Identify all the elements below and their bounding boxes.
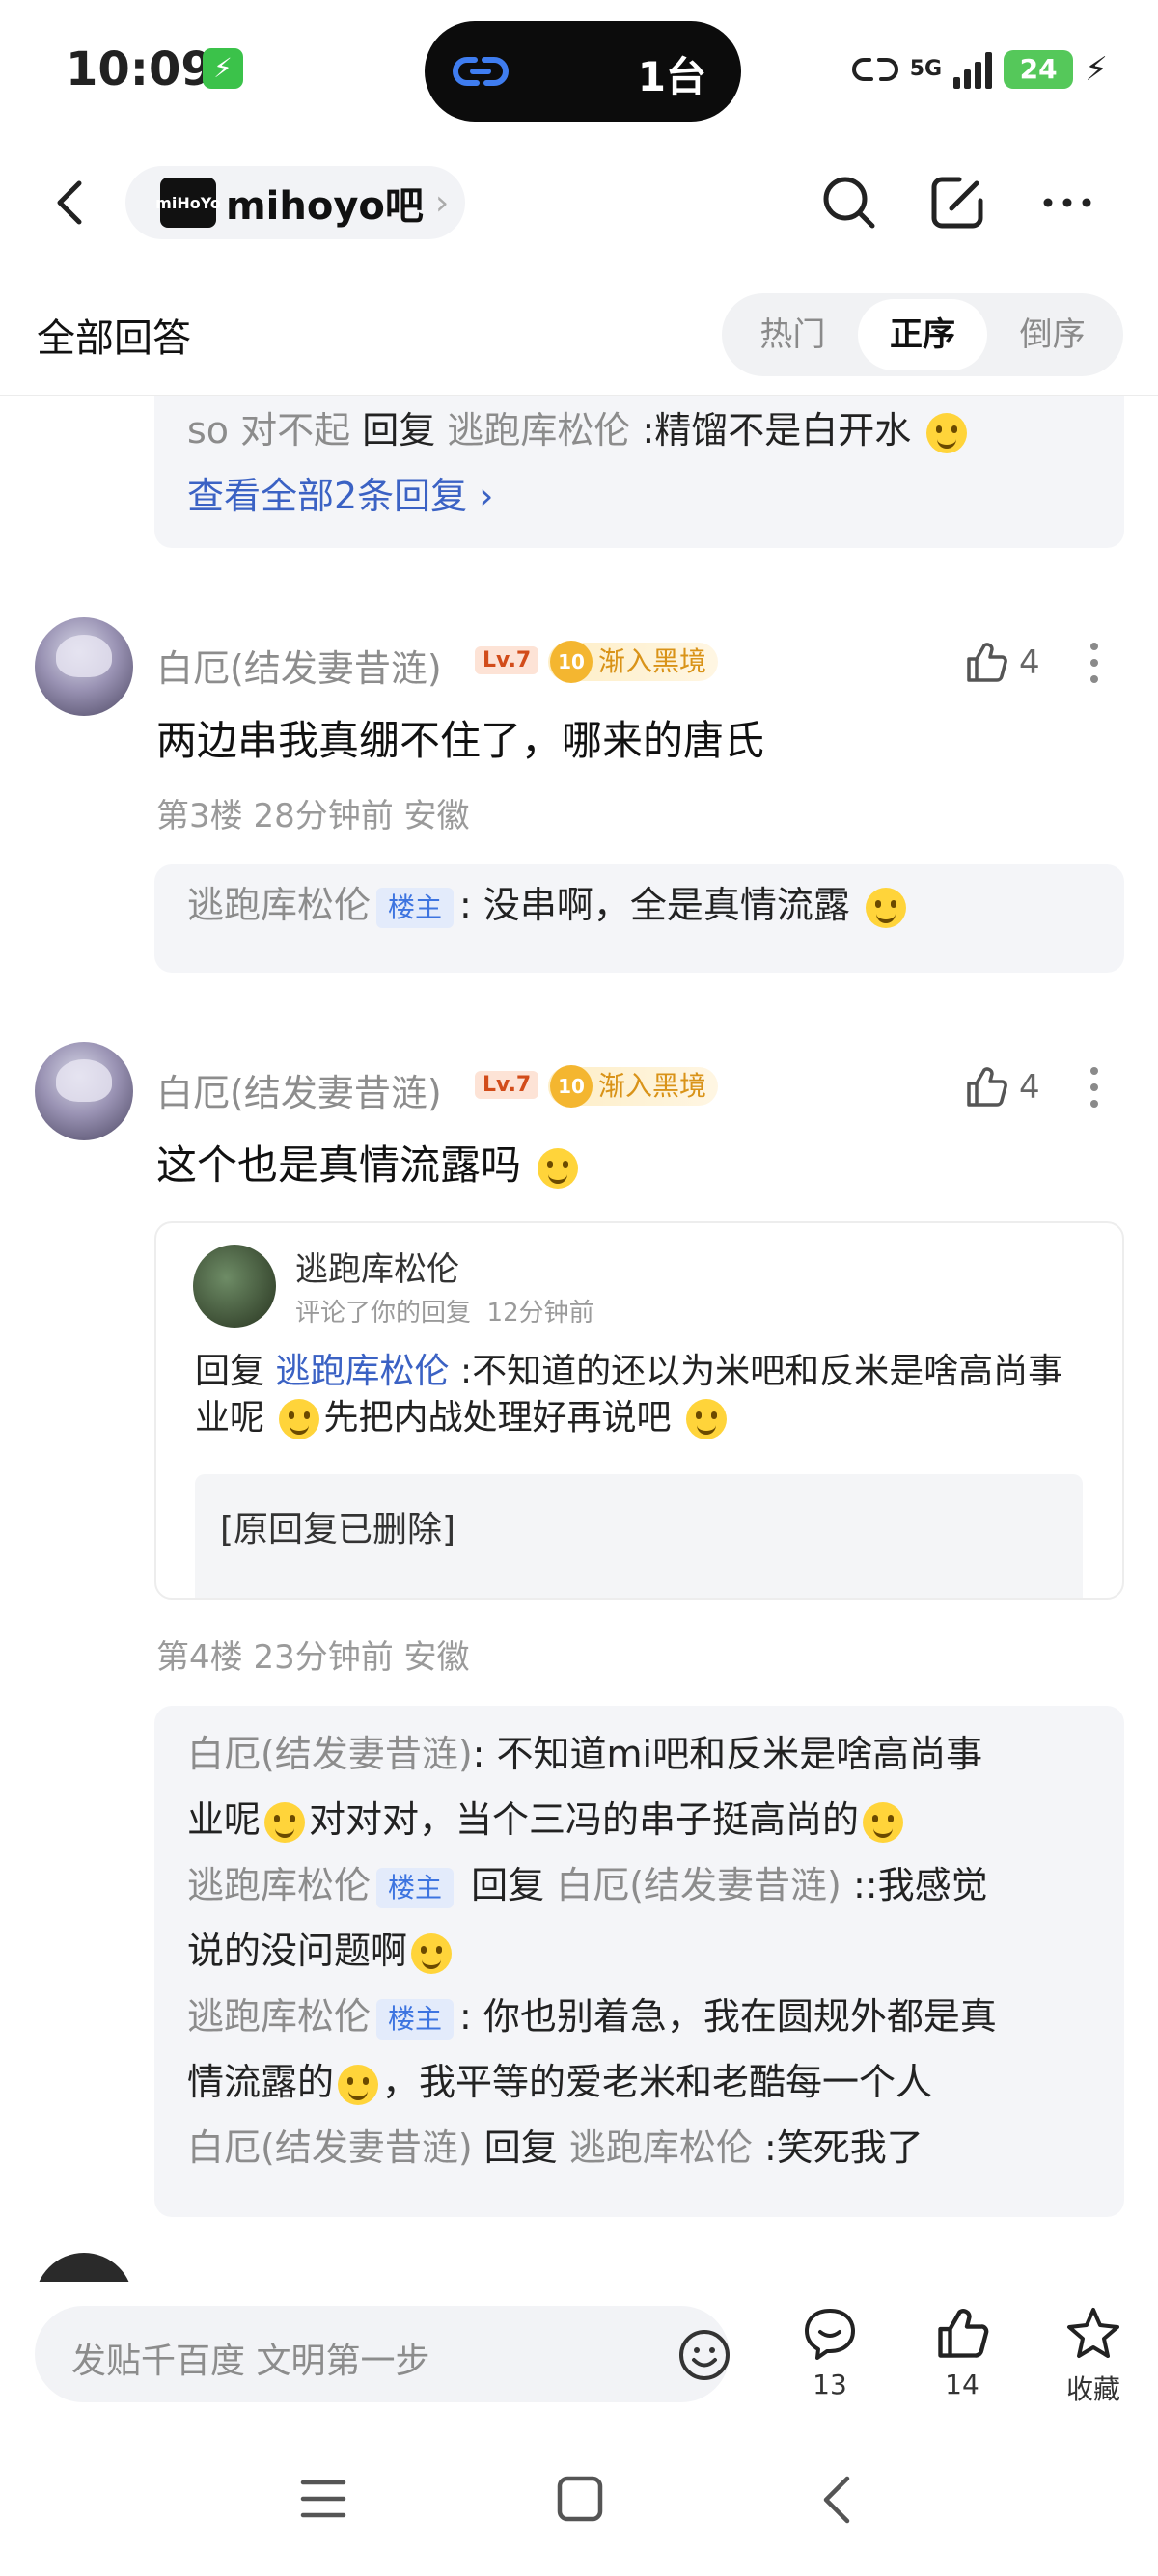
comment-list: so 对不起 回复 逃跑库松伦 :精馏不是白开水 查看全部2条回复 › 白厄(结… xyxy=(0,396,1158,2282)
smile-emoji-icon xyxy=(411,1932,453,1974)
quoted-reply-card[interactable]: 逃跑库松伦 评论了你的回复 12分钟前 回复 逃跑库松伦 :不知道的还以为米吧和… xyxy=(154,1221,1124,1600)
like-button[interactable]: 4 xyxy=(963,1063,1040,1111)
op-tag: 楼主 xyxy=(376,887,455,928)
comment-floor-4: 白厄(结发妻昔涟) Lv.7 10 渐入黑境 4 这个也是真情流露吗 逃跑库松伦… xyxy=(0,1042,1158,2219)
home-icon[interactable] xyxy=(556,2475,604,2523)
status-icons: 5G 24 ⚡ xyxy=(851,42,1108,96)
sub-replies: 逃跑库松伦 楼主: 没串啊，全是真情流露 xyxy=(154,864,1124,973)
charging-icon: ⚡ xyxy=(203,48,243,89)
forum-link[interactable]: miHoYo mihoyo吧 › xyxy=(125,166,465,239)
grin-emoji-icon xyxy=(538,1147,579,1189)
comments-button[interactable]: 13 xyxy=(786,2305,873,2400)
likes-count: 14 xyxy=(945,2369,979,2400)
reply-line[interactable]: 逃跑库松伦 楼主 回复 白厄(结发妻昔涟) ::我感觉 说的没问题啊 xyxy=(187,1852,1091,1984)
link-icon xyxy=(453,57,509,86)
comment-icon xyxy=(805,2309,855,2360)
like-button[interactable]: 4 xyxy=(963,639,1040,687)
thumbs-up-icon xyxy=(938,2309,989,2358)
op-tag: 楼主 xyxy=(376,1998,455,2040)
quote-username: 逃跑库松伦 xyxy=(295,1250,459,1289)
sort-ascending[interactable]: 正序 xyxy=(857,299,988,370)
menu-icon[interactable] xyxy=(299,2477,347,2521)
reply-line[interactable]: 逃跑库松伦 楼主: 你也别着急，我在圆规外都是真 情流露的 ，我平等的爱老米和老酷每… xyxy=(187,1984,1091,2115)
comment-text: 两边串我真绷不住了，哪来的唐氏 xyxy=(156,717,765,764)
quote-subtitle: 评论了你的回复 12分钟前 xyxy=(295,1299,594,1328)
previous-replies: so 对不起 回复 逃跑库松伦 :精馏不是白开水 查看全部2条回复 › xyxy=(154,396,1124,548)
rank-badge: 10 渐入黑境 xyxy=(548,641,719,683)
island-label: 1台 xyxy=(637,53,706,100)
like-post-button[interactable]: 14 xyxy=(919,2305,1006,2400)
comment-floor-3: 白厄(结发妻昔涟) Lv.7 10 渐入黑境 4 两边串我真绷不住了，哪来的唐氏… xyxy=(0,617,1158,984)
view-all-replies-link[interactable]: 查看全部2条回复 › xyxy=(187,463,1091,529)
network-type: 5G xyxy=(909,57,943,81)
forum-logo: miHoYo xyxy=(155,178,221,228)
forum-name: mihoyo吧 xyxy=(226,184,424,229)
next-comment-avatar[interactable] xyxy=(35,2253,133,2282)
sub-replies: 白厄(结发妻昔涟): 不知道mi吧和反米是啥高尚事 业呢 对对对，当个三冯的串子挺… xyxy=(154,1706,1124,2217)
level-badge: Lv.7 xyxy=(475,646,539,674)
deleted-original: [原回复已删除] xyxy=(195,1474,1083,1598)
rank-badge: 10 渐入黑境 xyxy=(548,1065,719,1108)
edit-icon[interactable] xyxy=(926,172,988,233)
hug-emoji-icon xyxy=(685,1399,727,1439)
battery-icon: 24 xyxy=(1004,50,1074,89)
smile-emoji-icon xyxy=(866,887,907,928)
comment-input-placeholder: 发贴千百度 文明第一步 xyxy=(71,2342,430,2381)
chevron-right-icon: › xyxy=(434,182,450,223)
comment-text: 这个也是真情流露吗 xyxy=(156,1133,582,1192)
favorite-label: 收藏 xyxy=(1065,2373,1120,2405)
quote-text: 回复 逃跑库松伦 :不知道的还以为米吧和反米是啥高尚事业呢 先把内战处理好再说吧 xyxy=(195,1352,1063,1439)
link-status-icon xyxy=(851,58,898,81)
search-icon[interactable] xyxy=(818,172,880,233)
thumbs-up-icon xyxy=(967,1067,1007,1107)
status-bar: 10:09 ⚡ 1台 5G 24 ⚡ xyxy=(0,0,1158,145)
comment-more-icon[interactable] xyxy=(1089,1063,1100,1111)
rank-badge-icon: 10 xyxy=(550,1065,593,1108)
quote-avatar xyxy=(193,1245,276,1328)
grin-emoji-icon xyxy=(863,1801,904,1843)
sort-bar: 全部回答 热门 正序 倒序 xyxy=(0,280,1158,396)
smile-emoji-icon xyxy=(926,412,968,453)
dynamic-island[interactable]: 1台 xyxy=(425,21,741,122)
comment-username[interactable]: 白厄(结发妻昔涟) xyxy=(156,1063,442,1116)
comments-count: 13 xyxy=(813,2369,847,2400)
comment-more-icon[interactable] xyxy=(1089,639,1100,687)
hug-emoji-icon xyxy=(264,1801,306,1843)
status-time: 10:09 xyxy=(66,42,213,96)
battery-charging-icon: ⚡ xyxy=(1085,50,1108,89)
system-nav-bar xyxy=(0,2426,1158,2576)
deleted-text: [原回复已删除] xyxy=(220,1510,456,1549)
comment-meta: 第3楼 28分钟前 安徽 xyxy=(156,797,470,836)
reply-line[interactable]: 逃跑库松伦 楼主: 没串啊，全是真情流露 xyxy=(187,872,1091,938)
all-answers-title: 全部回答 xyxy=(37,316,191,361)
reply-line[interactable]: 白厄(结发妻昔涟) 回复 逃跑库松伦 :笑死我了 xyxy=(187,2115,1091,2180)
comment-meta: 第4楼 23分钟前 安徽 xyxy=(156,1638,470,1677)
comment-input[interactable]: 发贴千百度 文明第一步 xyxy=(35,2306,730,2402)
emoji-icon[interactable] xyxy=(677,2328,731,2382)
op-tag: 楼主 xyxy=(376,1867,455,1908)
system-back-icon[interactable] xyxy=(816,2473,855,2527)
rank-badge-icon: 10 xyxy=(550,641,593,683)
signal-icon xyxy=(953,50,993,89)
sort-hot[interactable]: 热门 xyxy=(728,299,858,370)
sort-segmented-control: 热门 正序 倒序 xyxy=(722,293,1123,376)
thumbs-up-icon xyxy=(967,643,1007,682)
avatar[interactable] xyxy=(35,1042,133,1140)
comment-username[interactable]: 白厄(结发妻昔涟) xyxy=(156,639,442,692)
favorite-button[interactable]: 收藏 xyxy=(1050,2305,1137,2407)
reply-line[interactable]: 白厄(结发妻昔涟): 不知道mi吧和反米是啥高尚事 业呢 对对对，当个三冯的串子挺… xyxy=(187,1721,1091,1852)
sort-descending[interactable]: 倒序 xyxy=(987,299,1117,370)
star-icon xyxy=(1067,2308,1119,2358)
avatar[interactable] xyxy=(35,617,133,716)
bottom-action-bar: 发贴千百度 文明第一步 13 14 收藏 xyxy=(0,2282,1158,2426)
reply-line[interactable]: so 对不起 回复 逃跑库松伦 :精馏不是白开水 xyxy=(187,397,1091,463)
level-badge: Lv.7 xyxy=(475,1071,539,1099)
grin-emoji-icon xyxy=(279,1399,320,1439)
back-button[interactable] xyxy=(42,174,100,232)
top-nav-bar: miHoYo mihoyo吧 › xyxy=(0,154,1158,251)
smile-emoji-icon xyxy=(338,2064,379,2105)
more-icon[interactable] xyxy=(1036,172,1098,233)
